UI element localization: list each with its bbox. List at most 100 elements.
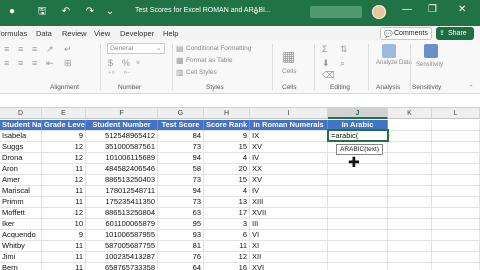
table-cell[interactable]: 4 <box>204 186 250 197</box>
table-cell[interactable]: 6 <box>204 230 250 241</box>
column-header-l[interactable]: L <box>432 108 480 119</box>
table-cell[interactable]: 4 <box>204 153 250 164</box>
close-icon[interactable]: ✕ <box>458 4 466 15</box>
table-cell[interactable]: 16 <box>204 263 250 270</box>
empty-cell[interactable] <box>432 230 480 241</box>
align-center-icon[interactable]: ≡ <box>18 58 23 68</box>
table-cell[interactable]: 484582406546 <box>86 164 158 175</box>
table-cell[interactable]: Amer <box>0 175 42 186</box>
minimize-icon[interactable]: — <box>402 4 412 15</box>
comments-button[interactable]: 💬 Comments <box>380 27 432 40</box>
avatar[interactable] <box>372 5 386 19</box>
redo-icon[interactable]: ↷ <box>84 6 96 18</box>
empty-cell[interactable] <box>432 142 480 153</box>
empty-cell[interactable] <box>328 197 388 208</box>
table-cell[interactable]: 12 <box>42 175 86 186</box>
format-as-table-icon[interactable]: ▦ <box>176 56 184 65</box>
sensitivity-button[interactable]: Sensitivity <box>416 62 443 68</box>
cells-icon[interactable]: ▦ <box>282 48 295 65</box>
table-cell[interactable]: 886513250804 <box>86 208 158 219</box>
table-cell[interactable]: 12 <box>42 142 86 153</box>
table-cell[interactable]: 9 <box>204 131 250 142</box>
currency-icon[interactable]: $ <box>108 58 113 68</box>
analyze-data-button[interactable]: Analyze Data <box>376 60 412 67</box>
clear-icon[interactable]: ⌫ <box>322 70 335 81</box>
table-header-cell[interactable]: In Roman Numerals <box>250 120 328 131</box>
sort-filter-icon[interactable]: ⇅ <box>340 44 348 55</box>
autosave-toggle-icon[interactable]: ● <box>6 6 18 18</box>
table-cell[interactable]: 11 <box>42 186 86 197</box>
table-cell[interactable]: Drona <box>0 153 42 164</box>
align-bottom-icon[interactable]: ≡ <box>32 44 37 54</box>
table-cell[interactable]: XIII <box>250 197 328 208</box>
share-button[interactable]: ⇪ Share <box>436 27 474 40</box>
empty-cell[interactable] <box>432 197 480 208</box>
empty-cell[interactable] <box>388 131 432 142</box>
autosum-icon[interactable]: Σ <box>322 44 328 54</box>
empty-cell[interactable] <box>432 131 480 142</box>
empty-cell[interactable] <box>432 153 480 164</box>
table-header-cell[interactable]: Test Score <box>158 120 204 131</box>
table-cell[interactable]: 76 <box>158 252 204 263</box>
number-format-dropdown[interactable]: General ⌄ <box>107 43 165 54</box>
table-cell[interactable]: 12 <box>42 153 86 164</box>
active-cell-j[interactable]: =arabic( <box>327 129 389 142</box>
table-cell[interactable]: 95 <box>158 219 204 230</box>
table-cell[interactable]: IX <box>250 131 328 142</box>
empty-cell[interactable] <box>432 164 480 175</box>
column-header-f[interactable]: F <box>86 108 158 119</box>
table-cell[interactable]: Bern <box>0 263 42 270</box>
table-cell[interactable]: 15 <box>204 142 250 153</box>
table-header-cell[interactable]: Score Rank <box>204 120 250 131</box>
table-cell[interactable]: 10 <box>42 219 86 230</box>
table-cell[interactable]: 886513250403 <box>86 175 158 186</box>
conditional-formatting-button[interactable]: Conditional Formatting <box>186 45 251 52</box>
table-cell[interactable]: 12 <box>204 252 250 263</box>
table-cell[interactable]: 512548965412 <box>86 131 158 142</box>
table-cell[interactable]: 81 <box>158 241 204 252</box>
table-cell[interactable]: XX <box>250 164 328 175</box>
conditional-formatting-icon[interactable]: ▤ <box>176 44 184 53</box>
table-cell[interactable]: 13 <box>204 197 250 208</box>
table-cell[interactable]: III <box>250 219 328 230</box>
column-header-h[interactable]: H <box>204 108 250 119</box>
empty-cell[interactable] <box>432 120 480 131</box>
table-cell[interactable]: 11 <box>42 164 86 175</box>
empty-cell[interactable] <box>388 219 432 230</box>
table-cell[interactable]: 178012548711 <box>86 186 158 197</box>
empty-cell[interactable] <box>328 230 388 241</box>
empty-cell[interactable] <box>388 120 432 131</box>
table-header-cell[interactable]: Student Number <box>86 120 158 131</box>
table-cell[interactable]: 64 <box>158 263 204 270</box>
quick-access-dropdown-icon[interactable]: ⌄ <box>104 6 116 18</box>
user-name[interactable] <box>310 6 362 18</box>
empty-cell[interactable] <box>388 230 432 241</box>
column-header-j[interactable]: J <box>328 108 388 119</box>
table-cell[interactable]: Mariscal <box>0 186 42 197</box>
empty-cell[interactable] <box>388 164 432 175</box>
empty-cell[interactable] <box>432 263 480 270</box>
empty-cell[interactable] <box>432 219 480 230</box>
table-cell[interactable]: Iker <box>0 219 42 230</box>
empty-cell[interactable] <box>328 263 388 270</box>
tab-formulas[interactable]: Formulas <box>0 29 27 38</box>
table-cell[interactable]: Aron <box>0 164 42 175</box>
empty-cell[interactable] <box>388 186 432 197</box>
table-cell[interactable]: 17 <box>204 208 250 219</box>
wrap-text-icon[interactable]: ↵ <box>64 44 72 55</box>
orientation-icon[interactable]: ↗ <box>46 44 54 55</box>
align-middle-icon[interactable]: ≡ <box>18 44 23 54</box>
table-cell[interactable]: Moffett <box>0 208 42 219</box>
empty-cell[interactable] <box>328 252 388 263</box>
percent-icon[interactable]: % <box>122 58 130 68</box>
empty-cell[interactable] <box>388 241 432 252</box>
table-cell[interactable]: VI <box>250 230 328 241</box>
column-header-g[interactable]: G <box>158 108 204 119</box>
merge-center-icon[interactable]: ⊞ <box>64 58 72 69</box>
empty-cell[interactable] <box>328 241 388 252</box>
table-cell[interactable]: IV <box>250 153 328 164</box>
table-cell[interactable]: 601100065879 <box>86 219 158 230</box>
empty-cell[interactable] <box>328 208 388 219</box>
analyze-data-icon[interactable] <box>382 44 396 58</box>
table-cell[interactable]: IV <box>250 186 328 197</box>
